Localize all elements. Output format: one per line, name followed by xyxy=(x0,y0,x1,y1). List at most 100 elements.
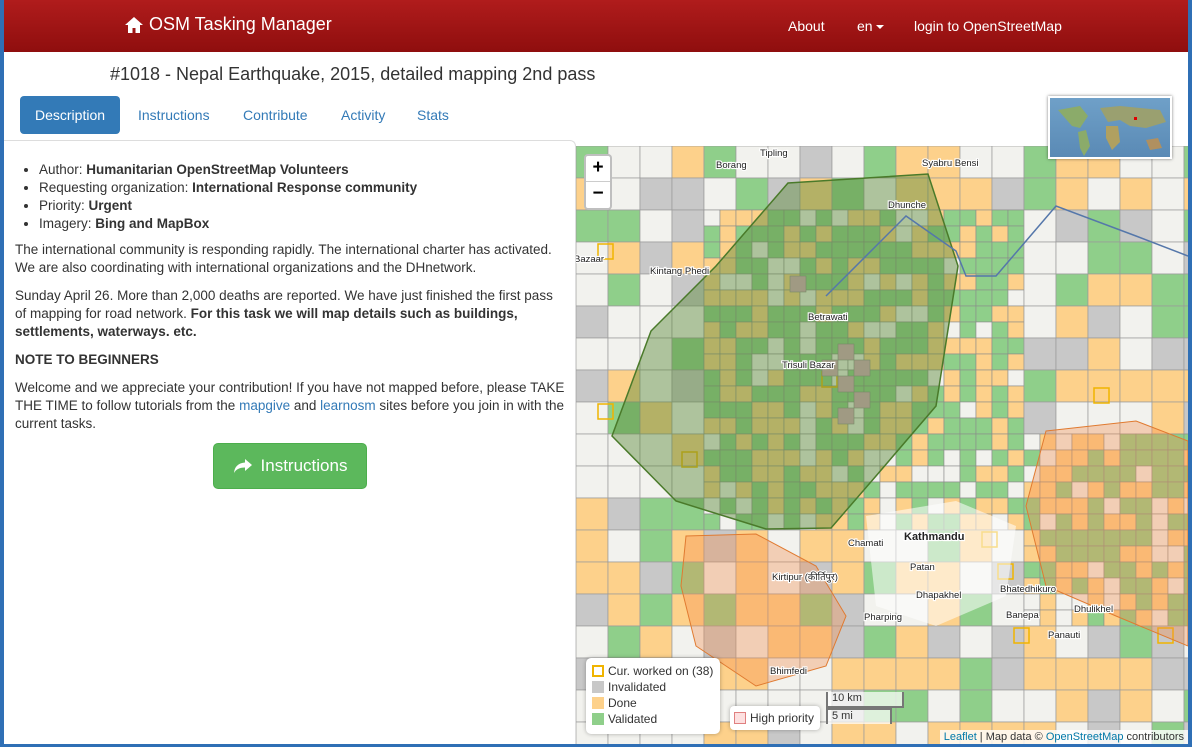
tab-activity[interactable]: Activity xyxy=(326,96,400,134)
task-cell[interactable] xyxy=(576,209,609,243)
task-cell[interactable] xyxy=(975,385,993,403)
task-cell[interactable] xyxy=(1055,657,1089,691)
task-cell[interactable] xyxy=(576,369,609,403)
task-cell[interactable] xyxy=(799,146,833,179)
task-cell[interactable] xyxy=(831,721,865,744)
task-cell[interactable] xyxy=(991,289,1009,307)
task-cell[interactable] xyxy=(991,337,1009,355)
task-cell[interactable] xyxy=(1183,209,1188,243)
task-cell[interactable] xyxy=(1087,273,1121,307)
task-cell[interactable] xyxy=(1023,561,1041,579)
language-dropdown[interactable]: en xyxy=(857,18,884,34)
task-cell[interactable] xyxy=(911,449,929,467)
task-cell[interactable] xyxy=(975,353,993,371)
task-cell[interactable] xyxy=(927,417,945,435)
zoom-in-button[interactable]: + xyxy=(586,156,610,182)
task-cell[interactable] xyxy=(879,481,897,499)
osm-link[interactable]: OpenStreetMap xyxy=(1046,731,1124,743)
task-cell[interactable] xyxy=(1087,241,1121,275)
task-cell[interactable] xyxy=(991,321,1009,339)
task-cell[interactable] xyxy=(607,529,641,563)
task-cell[interactable] xyxy=(959,433,977,451)
task-cell[interactable] xyxy=(703,209,721,227)
task-cell[interactable] xyxy=(1183,657,1188,691)
task-cell[interactable] xyxy=(959,337,977,355)
task-cell[interactable] xyxy=(639,177,673,211)
task-cell[interactable] xyxy=(911,481,929,499)
task-cell[interactable] xyxy=(1119,177,1153,211)
task-cell[interactable] xyxy=(991,657,1025,691)
task-cell[interactable] xyxy=(576,497,609,531)
task-cell[interactable] xyxy=(1183,337,1188,371)
task-cell[interactable] xyxy=(1007,497,1025,515)
task-cell[interactable] xyxy=(975,417,993,435)
task-cell[interactable] xyxy=(959,465,977,483)
task-cell[interactable] xyxy=(671,209,705,243)
task-cell[interactable] xyxy=(639,561,673,595)
task-cell[interactable] xyxy=(991,625,1025,659)
task-cell[interactable] xyxy=(1151,337,1185,371)
task-cell[interactable] xyxy=(1055,689,1089,723)
task-cell[interactable] xyxy=(1183,241,1188,275)
task-cell[interactable] xyxy=(639,497,673,531)
task-cell[interactable] xyxy=(639,273,673,307)
task-cell[interactable] xyxy=(1119,657,1153,691)
task-cell[interactable] xyxy=(943,417,961,435)
task-cell[interactable] xyxy=(1087,689,1121,723)
task-cell[interactable] xyxy=(991,209,1009,227)
task-cell[interactable] xyxy=(927,481,945,499)
task-cell[interactable] xyxy=(607,209,641,243)
task-cell[interactable] xyxy=(975,289,993,307)
task-cell[interactable] xyxy=(895,721,929,744)
task-cell[interactable] xyxy=(975,481,993,499)
task-cell[interactable] xyxy=(607,561,641,595)
task-cell[interactable] xyxy=(1007,225,1025,243)
task-cell[interactable] xyxy=(1055,241,1089,275)
task-cell[interactable] xyxy=(959,369,977,387)
task-cell[interactable] xyxy=(1055,209,1089,243)
task-cell[interactable] xyxy=(959,225,977,243)
brand-link[interactable]: OSM Tasking Manager xyxy=(124,14,332,35)
task-cell[interactable] xyxy=(975,369,993,387)
task-cell[interactable] xyxy=(607,273,641,307)
task-cell[interactable] xyxy=(991,353,1009,371)
task-cell[interactable] xyxy=(607,593,641,627)
task-cell[interactable] xyxy=(1119,337,1153,371)
task-cell[interactable] xyxy=(1023,177,1057,211)
task-cell[interactable] xyxy=(639,146,673,179)
instructions-button[interactable]: Instructions xyxy=(213,443,367,489)
task-cell[interactable] xyxy=(1055,273,1089,307)
task-cell[interactable] xyxy=(959,689,993,723)
task-cell[interactable] xyxy=(1151,369,1185,403)
task-cell[interactable] xyxy=(671,146,705,179)
task-cell[interactable] xyxy=(831,657,865,691)
task-cell[interactable] xyxy=(607,146,641,179)
task-cell[interactable] xyxy=(991,417,1009,435)
task-cell[interactable] xyxy=(927,465,945,483)
task-cell[interactable] xyxy=(863,625,897,659)
task-cell[interactable] xyxy=(863,721,897,744)
nav-login[interactable]: login to OpenStreetMap xyxy=(914,18,1062,34)
task-cell[interactable] xyxy=(1007,321,1025,339)
task-cell[interactable] xyxy=(1183,689,1188,723)
task-cell[interactable] xyxy=(975,241,993,259)
task-cell[interactable] xyxy=(959,417,977,435)
learnosm-link[interactable]: learnosm xyxy=(320,398,376,413)
task-cell[interactable] xyxy=(831,146,865,179)
task-map[interactable]: Borang Tipling Syabru Bensi Dhunche Bazaar Ki… xyxy=(576,146,1188,744)
task-cell[interactable] xyxy=(975,449,993,467)
task-cell[interactable] xyxy=(943,369,961,387)
task-cell[interactable] xyxy=(927,625,961,659)
task-cell[interactable] xyxy=(975,337,993,355)
task-cell[interactable] xyxy=(847,513,865,531)
task-cell[interactable] xyxy=(959,401,977,419)
task-cell[interactable] xyxy=(959,657,993,691)
task-cell[interactable] xyxy=(1119,305,1153,339)
task-cell[interactable] xyxy=(671,177,705,211)
task-cell[interactable] xyxy=(991,481,1009,499)
task-cell[interactable] xyxy=(1039,593,1057,611)
task-cell[interactable] xyxy=(1007,273,1025,291)
task-cell[interactable] xyxy=(719,209,737,227)
tab-stats[interactable]: Stats xyxy=(402,96,464,134)
task-cell[interactable] xyxy=(975,465,993,483)
